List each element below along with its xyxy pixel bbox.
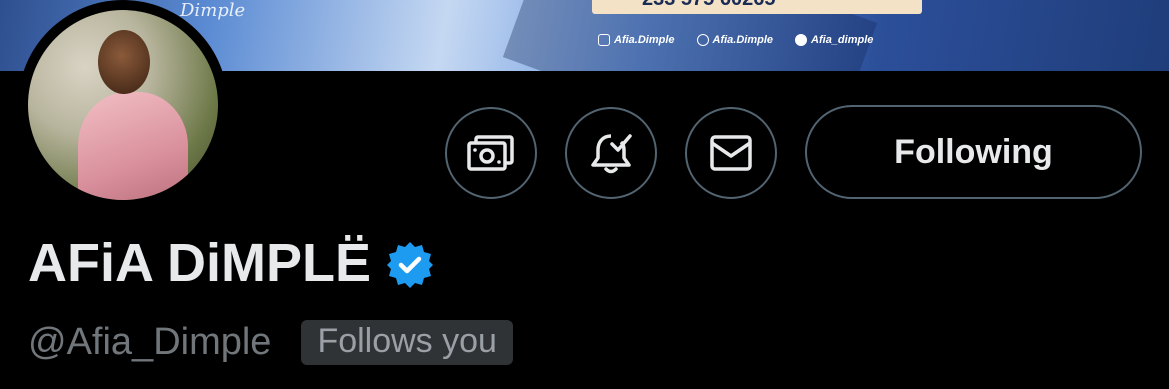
profile-name-row: AFiA DiMPLË [28,232,435,294]
banner-socials: Afia.Dimple Afia.Dimple Afia_dimple [598,34,873,46]
banner-social-label: Afia.Dimple [712,34,774,46]
banner-social-tiktok: Afia.Dimple [696,34,774,46]
banner-social-instagram: Afia.Dimple [598,34,675,46]
user-handle: @Afia_Dimple [28,321,272,363]
avatar-photo [28,10,218,200]
banner-signature: Dimple [180,0,246,21]
bell-check-icon [591,134,632,174]
avatar[interactable] [18,0,228,210]
banner-social-label: Afia_dimple [811,34,874,46]
verified-badge-icon[interactable] [385,240,435,290]
notifications-button[interactable] [565,107,657,199]
banner-phone-text: 233 575 60265 [642,0,775,11]
profile-handle-row: @Afia_Dimple Follows you [28,320,513,365]
following-button[interactable]: Following [805,105,1142,199]
instagram-icon [598,34,610,46]
snapchat-icon [795,34,808,46]
display-name: AFiA DiMPLË [28,233,371,293]
mail-icon [710,135,752,171]
money-icon [467,135,514,171]
subscribe-button[interactable] [445,107,537,199]
tiktok-icon [696,34,709,46]
banner-social-snapchat: Afia_dimple [795,34,873,46]
follows-you-badge: Follows you [301,320,513,365]
avatar-figure-head [98,30,150,94]
banner-phone-pill: 233 575 60265 [592,0,922,14]
avatar-figure-body [78,92,188,200]
message-button[interactable] [685,107,777,199]
banner-social-label: Afia.Dimple [614,34,675,46]
